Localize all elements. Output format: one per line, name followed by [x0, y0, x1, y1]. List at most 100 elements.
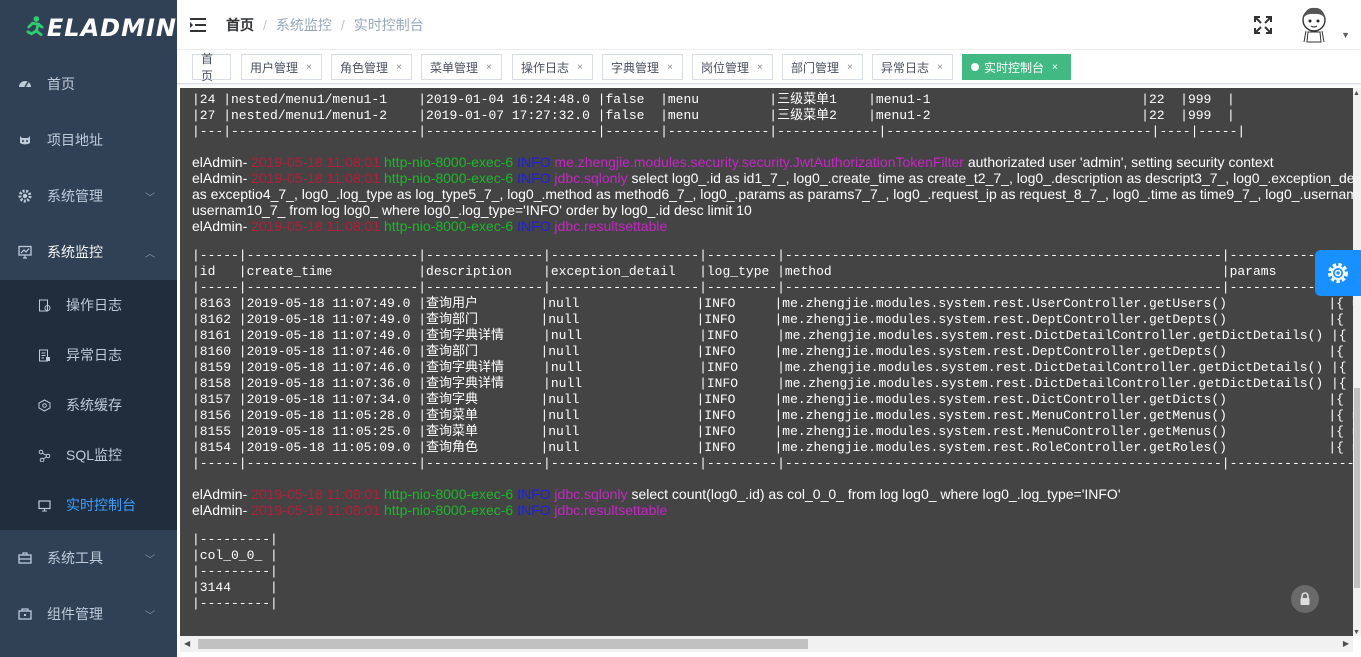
log-level: INFO [517, 154, 551, 170]
tag-label: 操作日志 [521, 60, 570, 75]
vertical-scrollbar[interactable]: ▲ ▼ [1353, 88, 1361, 636]
log-class: jdbc.sqlonly [554, 486, 628, 502]
log-line: elAdmin- 2019-05-18 11:08:01 http-nio-80… [192, 218, 667, 234]
log-prefix: elAdmin- [192, 486, 252, 502]
tag-error-log[interactable]: 异常日志 × [872, 54, 953, 80]
scrollbar-thumb[interactable] [1354, 388, 1360, 588]
tag-label: 角色管理 [340, 60, 389, 75]
table-border: |---------| [192, 564, 278, 579]
log-thread: http-nio-8000-exec-6 [384, 170, 514, 186]
sidebar-item-project-url[interactable]: 项目地址 [0, 112, 177, 168]
sidebar-item-sql-monitor[interactable]: SQL监控 [0, 430, 177, 480]
scroll-up-icon[interactable]: ▲ [1353, 90, 1360, 97]
log-line: elAdmin- 2019-05-18 11:08:01 http-nio-80… [192, 502, 667, 518]
log-class: jdbc.resultsettable [554, 502, 668, 518]
tag-user-management[interactable]: 用户管理 × [241, 54, 322, 80]
sidebar-item-label: 系统工具 [47, 550, 103, 566]
log-thread: http-nio-8000-exec-6 [384, 154, 514, 170]
github-icon [18, 133, 32, 147]
chevron-down-icon: ﹀ [145, 193, 155, 204]
table-row: |8154 |2019-05-18 11:05:09.0 |查询角色 |null… [192, 440, 1353, 455]
log-prefix: elAdmin- [192, 502, 252, 518]
log-date: 2019-05-18 11:08:01 [251, 170, 381, 186]
close-icon[interactable]: × [847, 62, 853, 73]
sidebar-item-home[interactable]: 首页 [0, 56, 177, 112]
fullscreen-icon[interactable] [1254, 16, 1272, 34]
close-icon[interactable]: × [577, 62, 583, 73]
submenu-label: 操作日志 [66, 297, 122, 313]
sidebar-item-label: 项目地址 [47, 132, 103, 148]
breadcrumb-item-home[interactable]: 首页 [226, 17, 254, 33]
app-logo[interactable]: ELADMIN [0, 0, 177, 56]
error-log-icon [38, 349, 51, 362]
breadcrumb-item-system-monitor: 系统监控 [275, 16, 332, 33]
tag-realtime-console[interactable]: 实时控制台 × [962, 54, 1071, 80]
close-icon[interactable]: × [757, 62, 763, 73]
tag-label: 首页 [201, 52, 214, 83]
sidebar-item-error-log[interactable]: 异常日志 [0, 330, 177, 380]
cache-icon [38, 398, 51, 412]
settings-button[interactable] [1315, 250, 1361, 296]
sidebar-item-realtime-console[interactable]: 实时控制台 [0, 480, 177, 530]
close-icon[interactable]: × [396, 62, 402, 73]
avatar[interactable] [1294, 4, 1334, 44]
table-border: |-----|----------------------|----------… [192, 248, 1353, 263]
tag-job-management[interactable]: 岗位管理 × [692, 54, 773, 80]
close-icon[interactable]: × [1052, 62, 1058, 73]
log-thread: http-nio-8000-exec-6 [384, 218, 514, 234]
tag-operation-log[interactable]: 操作日志 × [512, 54, 593, 80]
sidebar-item-operation-log[interactable]: 操作日志 [0, 280, 177, 330]
submenu-label: SQL监控 [66, 447, 123, 463]
scrollbar-thumb[interactable] [198, 639, 808, 649]
log-date: 2019-05-18 11:08:01 [251, 154, 381, 170]
table-row: |8158 |2019-05-18 11:07:36.0 |查询字典详情 |nu… [192, 376, 1347, 391]
log-prefix: elAdmin- [192, 154, 252, 170]
sidebar-item-component-management[interactable]: 组件管理 ﹀ [0, 586, 177, 642]
table-row: |8156 |2019-05-18 11:05:28.0 |查询菜单 |null… [192, 408, 1353, 423]
lock-button[interactable] [1291, 585, 1319, 613]
console-line: |---|------------------------|----------… [192, 124, 1246, 139]
log-prefix: elAdmin- [192, 218, 252, 234]
tag-home[interactable]: 首页 [192, 52, 231, 83]
console-output[interactable]: |24 |nested/menu1/menu1-1 |2019-01-04 16… [180, 88, 1353, 636]
log-class: jdbc.resultsettable [554, 218, 668, 234]
active-dot-icon [971, 63, 979, 71]
scroll-down-icon[interactable]: ▼ [1353, 629, 1360, 636]
caret-down-icon[interactable]: ▼ [1341, 30, 1350, 40]
table-row: |8163 |2019-05-18 11:07:49.0 |查询用户 |null… [192, 296, 1353, 311]
log-thread: http-nio-8000-exec-6 [384, 486, 514, 502]
table-row: |3144 | [192, 580, 278, 595]
sidebar-item-system-management[interactable]: 系统管理 ﹀ [0, 168, 177, 224]
close-icon[interactable]: × [306, 62, 312, 73]
monitor-icon [18, 245, 32, 259]
tag-label: 菜单管理 [430, 60, 479, 75]
sidebar-item-system-cache[interactable]: 系统缓存 [0, 380, 177, 430]
close-icon[interactable]: × [486, 62, 492, 73]
scroll-left-icon[interactable]: ◀ [184, 639, 190, 648]
table-row: |8159 |2019-05-18 11:07:46.0 |查询字典详情 |nu… [192, 360, 1347, 375]
sidebar-item-label: 系统管理 [47, 188, 103, 204]
submenu-label: 实时控制台 [66, 497, 136, 513]
table-border: |-----|----------------------|----------… [192, 456, 1353, 471]
tags-view: 首页 用户管理 × 角色管理 × 菜单管理 × 操作日志 × 字典管理 × 岗位管理 × 部… [177, 50, 1361, 84]
log-continuation: usernam10_7_ from log log0_ where log0_.… [192, 202, 752, 218]
sidebar-item-system-monitor[interactable]: 系统监控 ︿ [0, 224, 177, 280]
tag-role-management[interactable]: 角色管理 × [331, 54, 412, 80]
hamburger-icon[interactable] [189, 17, 207, 33]
close-icon[interactable]: × [937, 62, 943, 73]
chevron-down-icon: ﹀ [145, 555, 155, 566]
lock-icon [1300, 592, 1310, 605]
dashboard-icon [18, 77, 32, 91]
console-line: |24 |nested/menu1/menu1-1 |2019-01-04 16… [192, 92, 1235, 107]
sidebar-item-system-tools[interactable]: 系统工具 ﹀ [0, 530, 177, 586]
tag-dept-management[interactable]: 部门管理 × [782, 54, 863, 80]
runner-logo-icon [26, 16, 44, 37]
scroll-right-icon[interactable]: ▶ [1343, 639, 1349, 648]
table-row: |8160 |2019-05-18 11:07:46.0 |查询部门 |null… [192, 344, 1353, 359]
close-icon[interactable]: × [667, 62, 673, 73]
sidebar-item-label: 组件管理 [47, 606, 103, 622]
horizontal-scrollbar[interactable]: ◀ ▶ [180, 636, 1353, 652]
tag-dict-management[interactable]: 字典管理 × [602, 54, 683, 80]
log-level: INFO [517, 218, 551, 234]
tag-menu-management[interactable]: 菜单管理 × [421, 54, 502, 80]
